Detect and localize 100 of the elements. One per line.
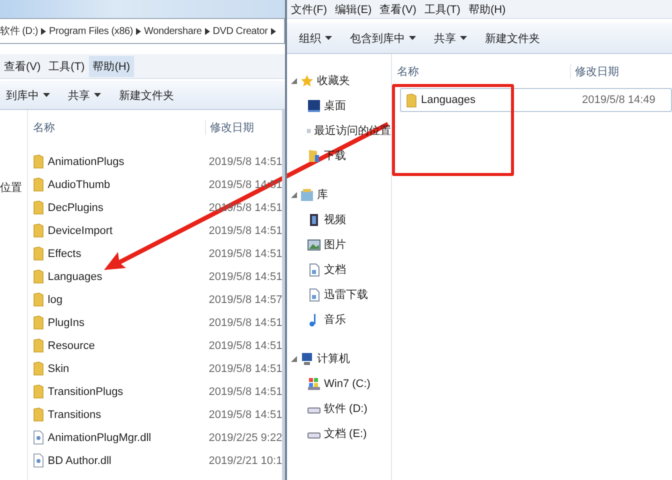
caret-icon <box>325 36 332 40</box>
modified-date: 2019/5/8 14:57 <box>208 294 282 306</box>
toolbar-button[interactable]: 共享 <box>428 28 473 48</box>
menu-item[interactable]: 查看(V) <box>376 0 420 20</box>
file-name[interactable]: Languages <box>48 270 102 282</box>
file-name[interactable]: Resource <box>48 340 95 352</box>
folder-icon <box>32 200 44 215</box>
modified-date: 2019/5/8 14:51 <box>208 408 282 420</box>
file-name[interactable]: BD Author.dll <box>48 454 112 466</box>
chevron-icon <box>204 28 210 34</box>
file-name[interactable]: TransitionPlugs <box>48 386 124 398</box>
column-header[interactable]: 名称 <box>392 64 570 78</box>
nav-item[interactable]: 桌面 <box>324 98 346 113</box>
menu-item[interactable]: 帮助(H) <box>464 0 510 20</box>
modified-date: 2019/2/25 9:22 <box>208 432 282 444</box>
file-name[interactable]: Transitions <box>48 408 102 420</box>
nav-item[interactable]: 收藏夹 <box>317 73 350 88</box>
chevron-icon <box>270 28 276 34</box>
toolbar-button[interactable]: 新建文件夹 <box>479 28 546 48</box>
file-icon <box>32 453 44 468</box>
folder-icon <box>32 384 44 399</box>
modified-date: 2019/2/21 10:1 <box>208 454 282 466</box>
file-name[interactable]: Languages <box>421 94 476 106</box>
file-name[interactable]: DecPlugins <box>48 202 104 214</box>
menu-item[interactable]: 编辑(E) <box>331 0 376 20</box>
document-icon <box>307 262 321 276</box>
nav-item[interactable]: 位置 <box>0 180 27 195</box>
folder-icon <box>32 292 44 307</box>
toolbar-button[interactable]: 到库中 <box>0 84 56 106</box>
modified-date: 2019/5/8 14:51 <box>208 316 282 328</box>
expand-arrow-icon[interactable] <box>291 78 297 84</box>
expand-arrow-icon[interactable] <box>291 192 297 198</box>
library-icon <box>300 188 314 202</box>
breadcrumb-item[interactable]: Program Files (x86) <box>49 26 134 36</box>
folder-icon <box>32 154 44 169</box>
caret-icon <box>43 93 50 97</box>
caret-icon <box>460 36 467 40</box>
file-name[interactable]: AnimationPlugs <box>48 156 124 168</box>
caret-icon <box>409 36 416 40</box>
toolbar-button[interactable]: 组织 <box>293 28 338 48</box>
nav-item[interactable]: 文档 (E:) <box>324 426 367 441</box>
nav-item[interactable]: 音乐 <box>324 312 346 327</box>
toolbar-button[interactable]: 新建文件夹 <box>113 84 180 106</box>
chevron-icon <box>41 28 46 34</box>
breadcrumb-item[interactable]: 软件 (D:) <box>0 24 38 38</box>
menu-item[interactable]: 帮助(H) <box>88 56 134 76</box>
modified-date: 2019/5/8 14:51 <box>208 270 282 282</box>
modified-date: 2019/5/8 14:51 <box>208 248 282 260</box>
document-icon <box>307 288 321 302</box>
file-name[interactable]: AudioThumb <box>48 178 110 190</box>
file-name[interactable]: Effects <box>48 248 82 260</box>
folder-icon <box>406 92 417 108</box>
folder-icon <box>32 407 44 422</box>
modified-date: 2019/5/8 14:51 <box>208 156 282 168</box>
folder-icon <box>32 338 44 353</box>
nav-item[interactable]: 图片 <box>324 237 346 252</box>
modified-date: 2019/5/8 14:51 <box>208 362 282 374</box>
toolbar-button[interactable]: 包含到库中 <box>344 28 422 48</box>
nav-item[interactable]: 计算机 <box>317 351 350 366</box>
toolbar-button[interactable]: 共享 <box>62 84 107 106</box>
chevron-icon <box>136 28 142 34</box>
file-name[interactable]: log <box>48 294 62 306</box>
star-icon <box>300 74 314 88</box>
file-row[interactable]: Languages 2019/5/8 14:49 <box>400 88 672 112</box>
folder-icon <box>307 148 321 162</box>
nav-item[interactable]: 库 <box>317 187 328 202</box>
column-header[interactable]: 修改日期 <box>570 64 619 78</box>
menu-item[interactable]: 工具(T) <box>420 0 464 20</box>
folder-icon <box>32 177 44 192</box>
folder-icon <box>32 269 44 284</box>
menu-item[interactable]: 工具(T) <box>44 56 89 76</box>
nav-item[interactable]: Win7 (C:) <box>324 378 370 390</box>
breadcrumb-item[interactable]: Wondershare <box>144 26 202 36</box>
modified-date: 2019/5/8 14:51 <box>208 386 282 398</box>
column-header[interactable]: 修改日期 <box>204 120 254 134</box>
modified-date: 2019/5/8 14:49 <box>581 94 656 106</box>
modified-date: 2019/5/8 14:51 <box>208 224 282 236</box>
file-icon <box>32 430 44 445</box>
breadcrumb-item[interactable]: DVD Creator <box>212 26 268 36</box>
address-bar[interactable]: 软件 (D:) Program Files (x86) Wondershare DVD Creator <box>0 18 285 44</box>
nav-item[interactable]: 软件 (D:) <box>324 401 368 416</box>
file-name[interactable]: Skin <box>48 362 70 374</box>
nav-item[interactable]: 视频 <box>324 212 346 227</box>
picture-icon <box>307 238 321 252</box>
modified-date: 2019/5/8 14:51 <box>208 340 282 352</box>
scrollbar[interactable] <box>282 110 285 480</box>
column-header[interactable]: 名称 <box>28 120 205 134</box>
file-name[interactable]: DeviceImport <box>48 224 113 236</box>
folder-icon <box>32 246 44 261</box>
film-icon <box>307 212 321 226</box>
computer-icon <box>300 352 314 366</box>
menu-item[interactable]: 查看(V) <box>0 56 45 76</box>
expand-arrow-icon[interactable] <box>291 356 297 362</box>
caret-icon <box>94 93 101 97</box>
file-name[interactable]: AnimationPlugMgr.dll <box>48 432 152 444</box>
menu-item[interactable]: 文件(F) <box>287 0 332 20</box>
nav-item[interactable]: 文档 <box>324 262 346 277</box>
nav-item[interactable]: 迅雷下载 <box>324 287 368 302</box>
desktop-icon <box>307 98 321 112</box>
file-name[interactable]: PlugIns <box>48 316 84 328</box>
